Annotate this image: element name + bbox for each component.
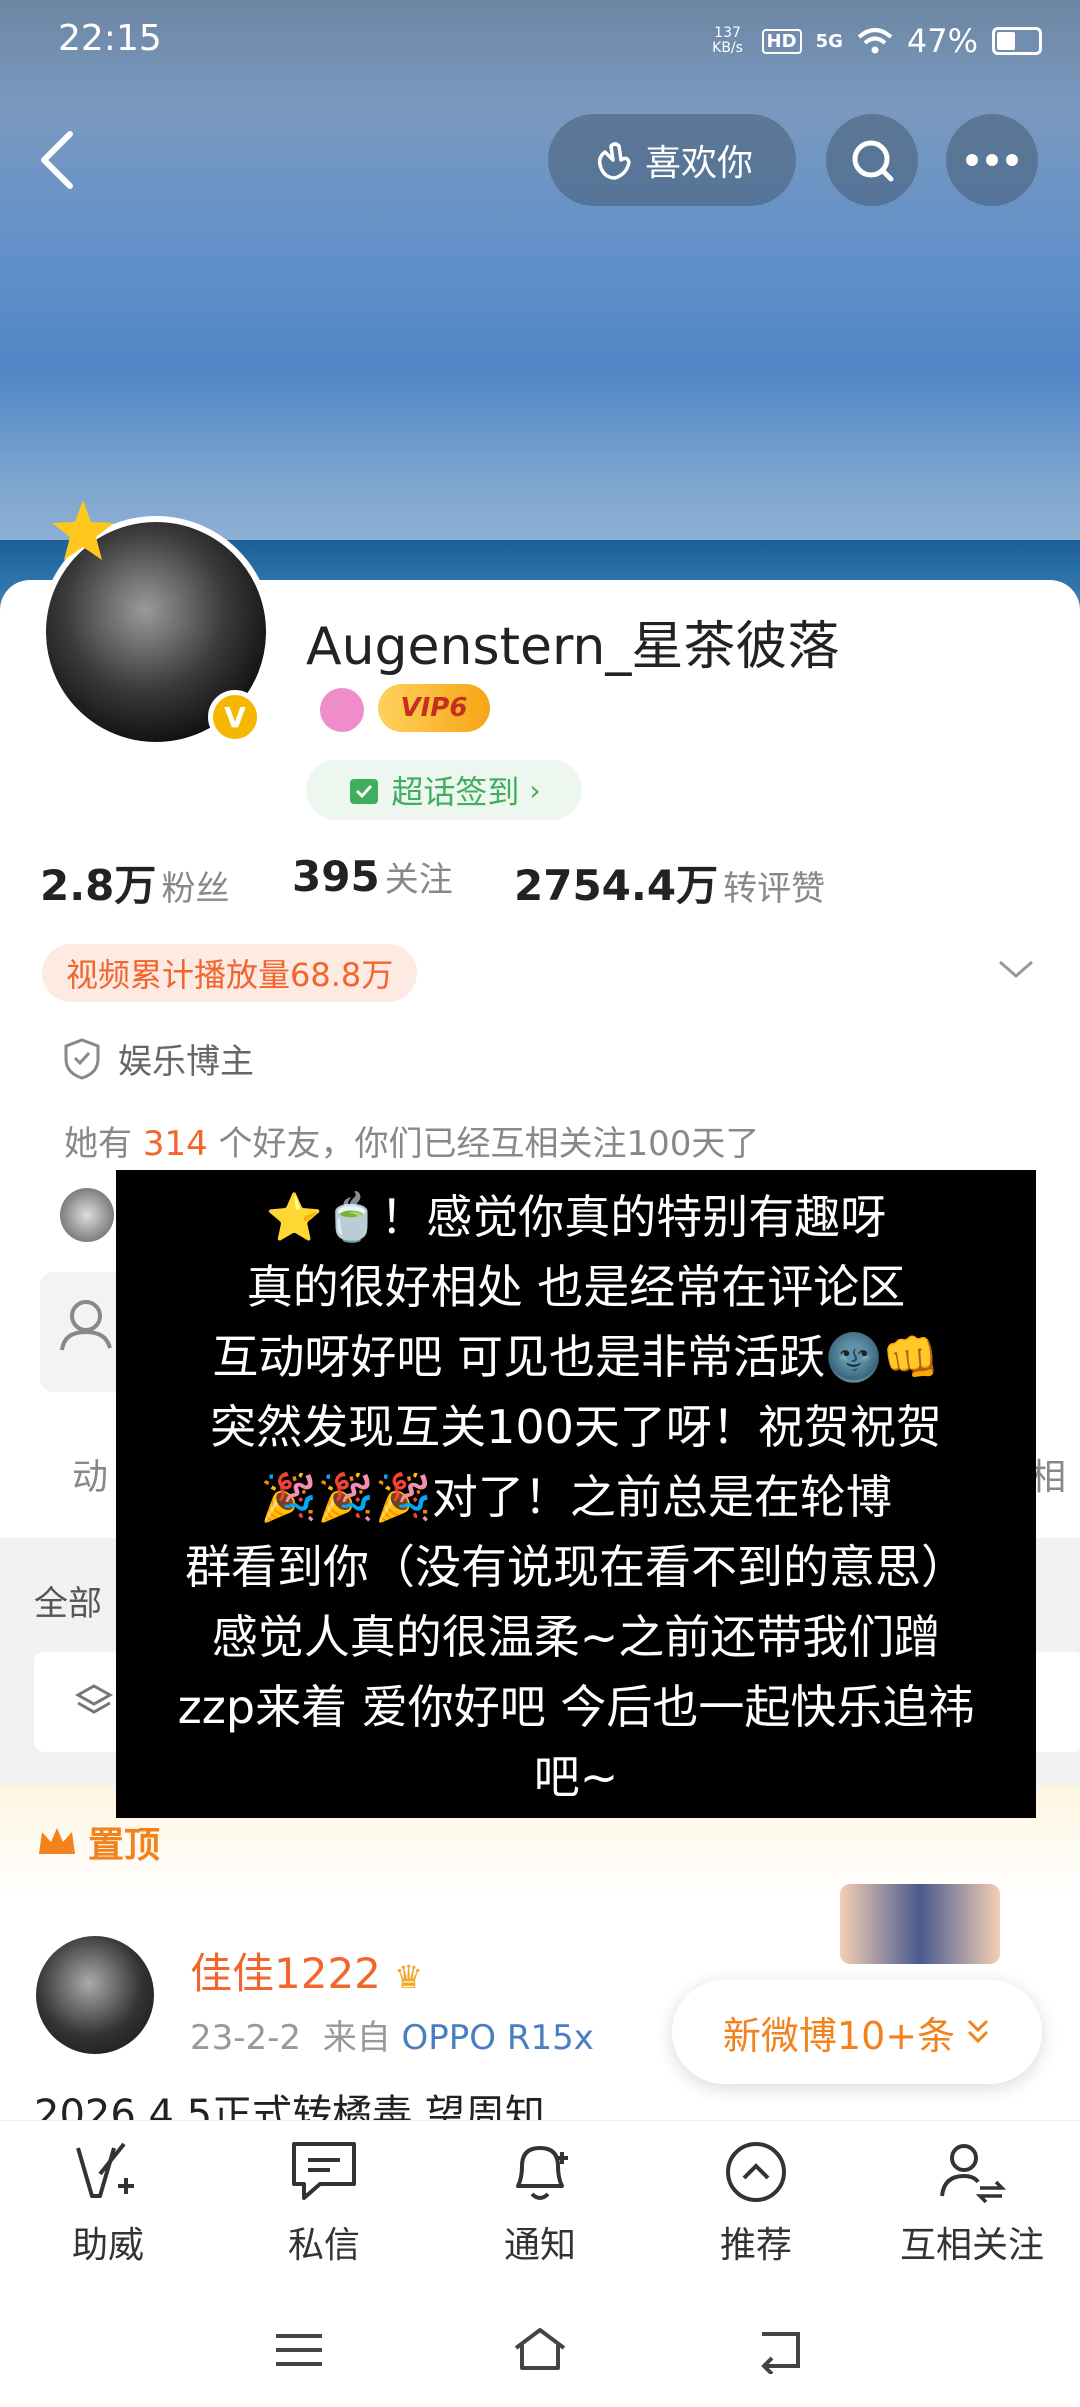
interactions-label: 转评赞 <box>723 869 826 909</box>
video-views-tag[interactable]: 视频累计播放量68.8万 <box>42 944 418 1002</box>
battery-icon <box>992 27 1042 55</box>
post-text[interactable]: 2026.4.5正式转橘毒 望周知 <box>34 2082 1034 2122</box>
nav-cheer-label: 助威 <box>71 2225 144 2266</box>
overlay-text: ⭐🍵！感觉你真的特别有趣呀 真的很好相处 也是经常在评论区 互动呀好吧 可见也是… <box>130 1182 1022 1812</box>
decorative-sticker <box>840 1884 1000 1964</box>
hd-indicator: HD <box>761 28 802 54</box>
double-chevron-down-icon <box>968 2019 989 2044</box>
nav-notifications[interactable]: 通知 <box>432 2121 648 2281</box>
crown-badge-icon: ♛ <box>394 1958 423 1996</box>
post-device[interactable]: OPPO R15x <box>402 2018 594 2058</box>
bottom-nav: 助威 私信 通知 推荐 互相关注 <box>0 2120 1080 2281</box>
post-date: 23-2-2 <box>190 2018 302 2058</box>
nav-messages[interactable]: 私信 <box>216 2121 432 2281</box>
nav-recommend[interactable]: 推荐 <box>648 2121 864 2281</box>
stat-following[interactable]: 395 关注 <box>292 852 453 901</box>
friends-suffix: 个好友，你们已经互相关注100天了 <box>218 1124 760 1164</box>
stat-fans[interactable]: 2.8万 粉丝 <box>40 852 230 913</box>
pinned-label: 置顶 <box>88 1825 161 1866</box>
bell-icon <box>516 2146 568 2200</box>
verified-badge-icon: V <box>208 690 262 744</box>
overlay-line: 群看到你（没有说现在看不到的意思） <box>185 1540 967 1594</box>
system-nav-bar <box>0 2290 1080 2407</box>
nav-mutual-follow[interactable]: 互相关注 <box>864 2121 1080 2281</box>
like-you-label: 喜欢你 <box>644 143 753 184</box>
back-button[interactable] <box>30 120 90 200</box>
profile-username: Augenstern_星茶彼落 <box>306 617 840 677</box>
nav-messages-label: 私信 <box>287 2225 360 2266</box>
interactions-count: 2754.4万 <box>514 861 719 910</box>
chevron-down-icon[interactable] <box>996 954 1036 984</box>
overlay-line: 感觉人真的很温柔~之前还带我们蹭 <box>211 1610 941 1664</box>
recommend-icon <box>726 2142 786 2202</box>
crown-icon <box>39 1828 75 1854</box>
pinned-label-row: 置顶 <box>36 1816 160 1868</box>
network-speed: 137 KB/s <box>712 25 743 56</box>
overlay-line: 🎉🎉🎉对了！之前总是在轮博 <box>260 1470 892 1524</box>
fans-count: 2.8万 <box>40 861 157 910</box>
stat-interactions[interactable]: 2754.4万 转评赞 <box>514 852 825 913</box>
battery-percent: 47% <box>906 22 978 60</box>
new-posts-button[interactable]: 新微博10+条 <box>672 1980 1042 2084</box>
layers-icon <box>74 1684 114 1714</box>
back-icon <box>41 131 73 189</box>
home-icon[interactable] <box>510 2324 570 2374</box>
signal-icon: 5G <box>815 30 843 52</box>
overlay-line: 真的很好相处 也是经常在评论区 <box>246 1260 906 1314</box>
post-meta: 23-2-2 来自 OPPO R15x <box>190 2010 594 2059</box>
friends-prefix: 她有 <box>64 1124 132 1164</box>
calendar-check-icon <box>350 779 379 804</box>
post-author-name[interactable]: 佳佳1222 ♛ <box>190 1940 423 2001</box>
chevron-right-icon: › <box>529 773 541 807</box>
status-bar: 22:15 137 KB/s HD 5G 47% <box>0 0 1080 90</box>
search-button[interactable] <box>826 114 918 206</box>
following-count: 395 <box>292 852 380 901</box>
like-you-button[interactable]: 喜欢你 <box>548 114 796 206</box>
mutual-follow-icon <box>940 2144 1007 2204</box>
overlay-line: ⭐🍵！感觉你真的特别有趣呀 <box>265 1190 887 1244</box>
more-icon <box>966 154 1018 166</box>
overlay-line: 互动呀好吧 可见也是非常活跃🌚👊 <box>212 1330 940 1384</box>
supertopic-checkin-button[interactable]: 超话签到 › <box>306 760 582 820</box>
tab-posts-partial[interactable]: 动 <box>72 1448 108 1500</box>
mutual-friends-row[interactable]: 她有 314 个好友，你们已经互相关注100天了 <box>64 1116 759 1165</box>
nav-mutual-follow-label: 互相关注 <box>899 2225 1044 2266</box>
status-time: 22:15 <box>58 18 162 59</box>
menu-icon[interactable] <box>272 2330 326 2370</box>
following-label: 关注 <box>384 860 453 900</box>
wifi-icon <box>857 28 893 54</box>
more-button[interactable] <box>946 114 1038 206</box>
role-row: 娱乐博主 <box>62 1034 254 1083</box>
lollipop-badge-icon[interactable] <box>320 688 364 732</box>
fans-label: 粉丝 <box>161 869 230 909</box>
overlay-line: zzp来着 爱你好吧 今后也一起快乐追祎 <box>177 1680 975 1734</box>
back-nav-icon[interactable] <box>754 2326 808 2374</box>
overlay-line: 突然发现互关100天了呀！祝贺祝贺 <box>210 1400 942 1454</box>
role-label: 娱乐博主 <box>118 1042 254 1082</box>
vip-badge[interactable]: VIP6 <box>378 684 490 732</box>
post-author-text: 佳佳1222 <box>190 1949 381 1998</box>
search-icon <box>852 140 894 182</box>
status-icons: 137 KB/s HD 5G 47% <box>708 22 1042 60</box>
post-source-prefix: 来自 <box>322 2018 391 2058</box>
overlay-line: 吧~ <box>533 1750 619 1804</box>
supertopic-checkin-label: 超话签到 <box>391 773 520 811</box>
all-posts-label[interactable]: 全部 <box>34 1576 102 1625</box>
friend-avatar[interactable] <box>60 1188 114 1242</box>
friends-count: 314 <box>142 1124 208 1164</box>
post-author-avatar[interactable] <box>36 1936 154 2054</box>
star-icon <box>52 500 114 560</box>
hand-heart-icon <box>597 142 631 180</box>
cheer-icon <box>76 2142 134 2198</box>
message-icon <box>292 2142 356 2200</box>
nav-cheer[interactable]: 助威 <box>0 2121 216 2281</box>
shield-icon <box>64 1037 100 1080</box>
nav-recommend-label: 推荐 <box>719 2225 792 2266</box>
nav-notifications-label: 通知 <box>503 2225 576 2266</box>
profile-banner <box>0 0 1080 600</box>
new-posts-label: 新微博10+条 <box>722 2013 956 2058</box>
